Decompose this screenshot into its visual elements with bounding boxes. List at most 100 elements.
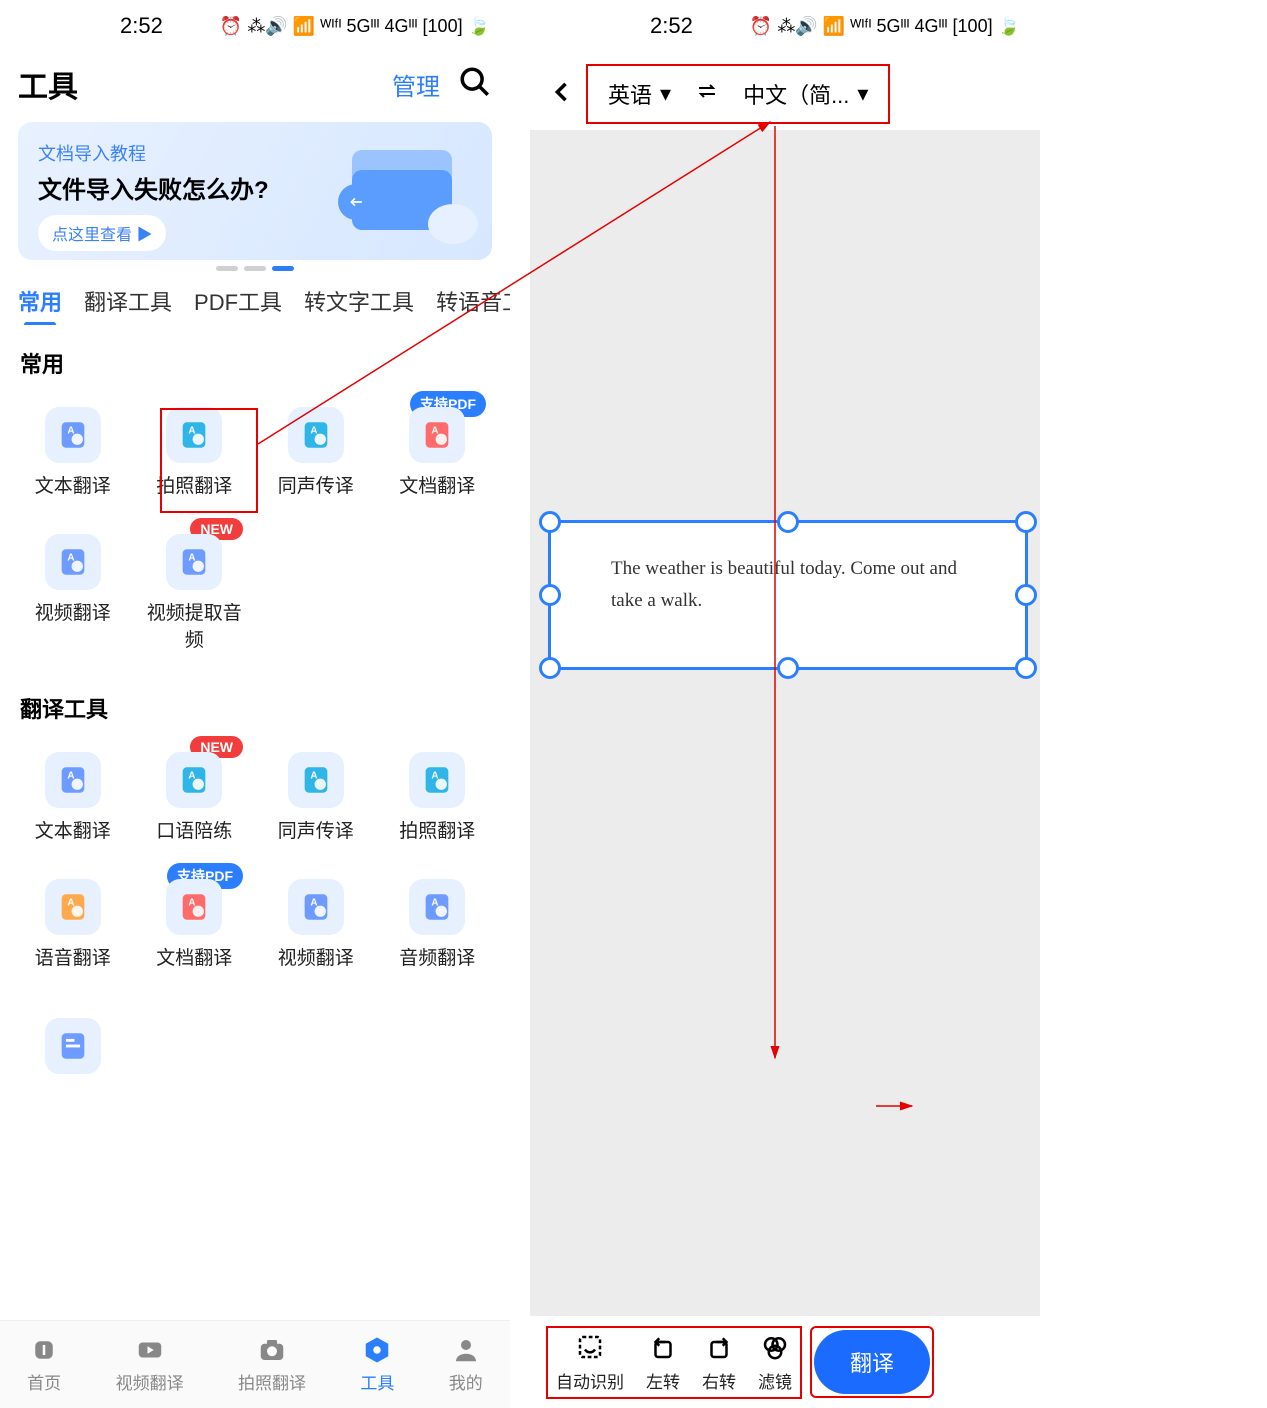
svg-text:A: A xyxy=(310,898,317,909)
tool-item[interactable]: A 同声传译 xyxy=(255,742,377,861)
nav-home[interactable]: 首页 xyxy=(27,1335,61,1394)
swap-icon[interactable] xyxy=(695,79,719,109)
crop-box[interactable]: The weather is beautiful today. Come out… xyxy=(548,520,1028,670)
search-icon[interactable] xyxy=(458,65,492,104)
svg-text:A: A xyxy=(310,426,317,437)
tool-item[interactable]: A 文本翻译 xyxy=(12,742,134,861)
svg-text:A: A xyxy=(189,553,196,564)
translate-grid: A文本翻译NEWA口语陪练A同声传译A拍照翻译A语音翻译支持PDFA文档翻译A视… xyxy=(0,732,510,988)
tool-icon: A xyxy=(409,752,465,808)
svg-text:A: A xyxy=(432,771,439,782)
nav-label: 我的 xyxy=(449,1369,483,1394)
tool-label: 文本翻译 xyxy=(35,816,111,843)
status-icons: ⏰ ⁂🔊 📶 ᵂᴵᶠᴵ 5Gᴵᴵᴵ 4Gᴵᴵᴵ [100] 🍃 xyxy=(220,16,490,37)
svg-text:A: A xyxy=(189,771,196,782)
tool-item[interactable]: NEWA口语陪练 xyxy=(134,742,256,861)
help-banner[interactable]: 文档导入教程 文件导入失败怎么办? 点这里查看 ▶ xyxy=(18,122,492,260)
tool-icon: A xyxy=(288,752,344,808)
back-icon[interactable] xyxy=(548,78,576,111)
tab-toaudio[interactable]: 转语音工具 xyxy=(436,285,510,317)
status-bar: 2:52 ⏰ ⁂🔊 📶 ᵂᴵᶠᴵ 5Gᴵᴵᴵ 4Gᴵᴵᴵ [100] 🍃 xyxy=(0,0,510,52)
tool-label: 视频翻译 xyxy=(35,598,111,625)
tool-item[interactable]: A文本翻译 xyxy=(12,397,134,516)
tool-label: 同声传译 xyxy=(278,816,354,843)
bottom-nav: 首页 视频翻译 拍照翻译 工具 我的 xyxy=(0,1320,510,1408)
tab-translate[interactable]: 翻译工具 xyxy=(84,285,172,317)
bottom-toolbar: 自动识别 左转 右转 滤镜 翻译 xyxy=(530,1316,1040,1408)
crop-handle[interactable] xyxy=(1015,511,1037,533)
svg-text:A: A xyxy=(432,426,439,437)
crop-handle[interactable] xyxy=(1015,657,1037,679)
filter-button[interactable]: 滤镜 xyxy=(758,1332,792,1393)
doc-icon xyxy=(45,1018,101,1074)
photo-translate-screen: 2:52 ⏰ ⁂🔊 📶 ᵂᴵᶠᴵ 5Gᴵᴵᴵ 4Gᴵᴵᴵ [100] 🍃 英语 … xyxy=(530,0,1040,1408)
crop-handle[interactable] xyxy=(539,584,561,606)
rotate-right-button[interactable]: 右转 xyxy=(702,1332,736,1393)
tool-icon: A xyxy=(45,407,101,463)
svg-text:A: A xyxy=(67,426,74,437)
annotation-highlight-language: 英语 ▾ 中文（简... ▾ xyxy=(586,64,890,124)
tool-item[interactable]: A音频翻译 xyxy=(377,869,499,988)
target-language[interactable]: 中文（简... ▾ xyxy=(743,78,868,110)
status-time: 2:52 xyxy=(550,13,693,39)
tool-label: 视频提取音频 xyxy=(138,598,252,652)
svg-text:A: A xyxy=(310,771,317,782)
tool-label: 拍照翻译 xyxy=(399,816,475,843)
tool-item[interactable]: A视频翻译 xyxy=(255,869,377,988)
tool-item[interactable]: A 同声传译 xyxy=(255,397,377,516)
status-bar: 2:52 ⏰ ⁂🔊 📶 ᵂᴵᶠᴵ 5Gᴵᴵᴵ 4Gᴵᴵᴵ [100] 🍃 xyxy=(530,0,1040,52)
manage-link[interactable]: 管理 xyxy=(392,67,440,102)
annotation-highlight-tools: 自动识别 左转 右转 滤镜 xyxy=(546,1326,802,1399)
tool-item[interactable]: 支持PDFA文档翻译 xyxy=(377,397,499,516)
svg-text:A: A xyxy=(67,771,74,782)
tab-totext[interactable]: 转文字工具 xyxy=(304,285,414,317)
folder-icon xyxy=(332,140,472,240)
tool-label: 文档翻译 xyxy=(399,471,475,498)
status-icons: ⏰ ⁂🔊 📶 ᵂᴵᶠᴵ 5Gᴵᴵᴵ 4Gᴵᴵᴵ [100] 🍃 xyxy=(750,16,1020,37)
nav-label: 拍照翻译 xyxy=(238,1369,306,1394)
svg-text:A: A xyxy=(189,898,196,909)
tool-item[interactable]: A 视频翻译 xyxy=(12,524,134,670)
crop-handle[interactable] xyxy=(777,511,799,533)
tool-icon: A xyxy=(288,407,344,463)
nav-camera[interactable]: 拍照翻译 xyxy=(238,1335,306,1394)
auto-detect-button[interactable]: 自动识别 xyxy=(556,1332,624,1393)
tab-common[interactable]: 常用 xyxy=(18,285,62,317)
tool-item[interactable]: 支持PDFA文档翻译 xyxy=(134,869,256,988)
crop-handle[interactable] xyxy=(1015,584,1037,606)
nav-tools[interactable]: 工具 xyxy=(360,1335,394,1394)
crop-handle[interactable] xyxy=(777,657,799,679)
tool-icon: A xyxy=(45,534,101,590)
section-common: 常用 xyxy=(0,325,510,387)
nav-video[interactable]: 视频翻译 xyxy=(116,1335,184,1394)
tool-icon: A xyxy=(45,879,101,935)
captured-text: The weather is beautiful today. Come out… xyxy=(551,523,1025,648)
tool-item[interactable]: A 语音翻译 xyxy=(12,869,134,988)
tool-icon: A xyxy=(288,879,344,935)
nav-me[interactable]: 我的 xyxy=(449,1335,483,1394)
tool-label: 口语陪练 xyxy=(156,816,232,843)
status-time: 2:52 xyxy=(20,13,163,39)
annotation-highlight-photo-translate xyxy=(160,408,258,513)
rotate-left-button[interactable]: 左转 xyxy=(646,1332,680,1393)
tool-icon: A xyxy=(45,752,101,808)
translate-button[interactable]: 翻译 xyxy=(814,1330,930,1394)
tool-item[interactable]: NEWA视频提取音频 xyxy=(134,524,256,670)
tool-icon: A xyxy=(409,407,465,463)
crop-handle[interactable] xyxy=(539,511,561,533)
category-tabs: 常用 翻译工具 PDF工具 转文字工具 转语音工具 xyxy=(0,271,510,325)
tool-label: 语音翻译 xyxy=(35,943,111,970)
crop-handle[interactable] xyxy=(539,657,561,679)
tool-label: 同声传译 xyxy=(278,471,354,498)
source-language[interactable]: 英语 ▾ xyxy=(608,78,671,110)
banner-button[interactable]: 点这里查看 ▶ xyxy=(38,215,166,251)
section-translate: 翻译工具 xyxy=(0,670,510,732)
svg-text:A: A xyxy=(432,898,439,909)
tool-item[interactable] xyxy=(12,1008,134,1092)
header: 工具 管理 xyxy=(0,52,510,116)
camera-preview[interactable]: The weather is beautiful today. Come out… xyxy=(530,130,1040,1316)
tool-item[interactable]: A 拍照翻译 xyxy=(377,742,499,861)
chevron-down-icon: ▾ xyxy=(660,81,671,107)
tab-pdf[interactable]: PDF工具 xyxy=(194,285,282,317)
page-title: 工具 xyxy=(18,62,78,106)
